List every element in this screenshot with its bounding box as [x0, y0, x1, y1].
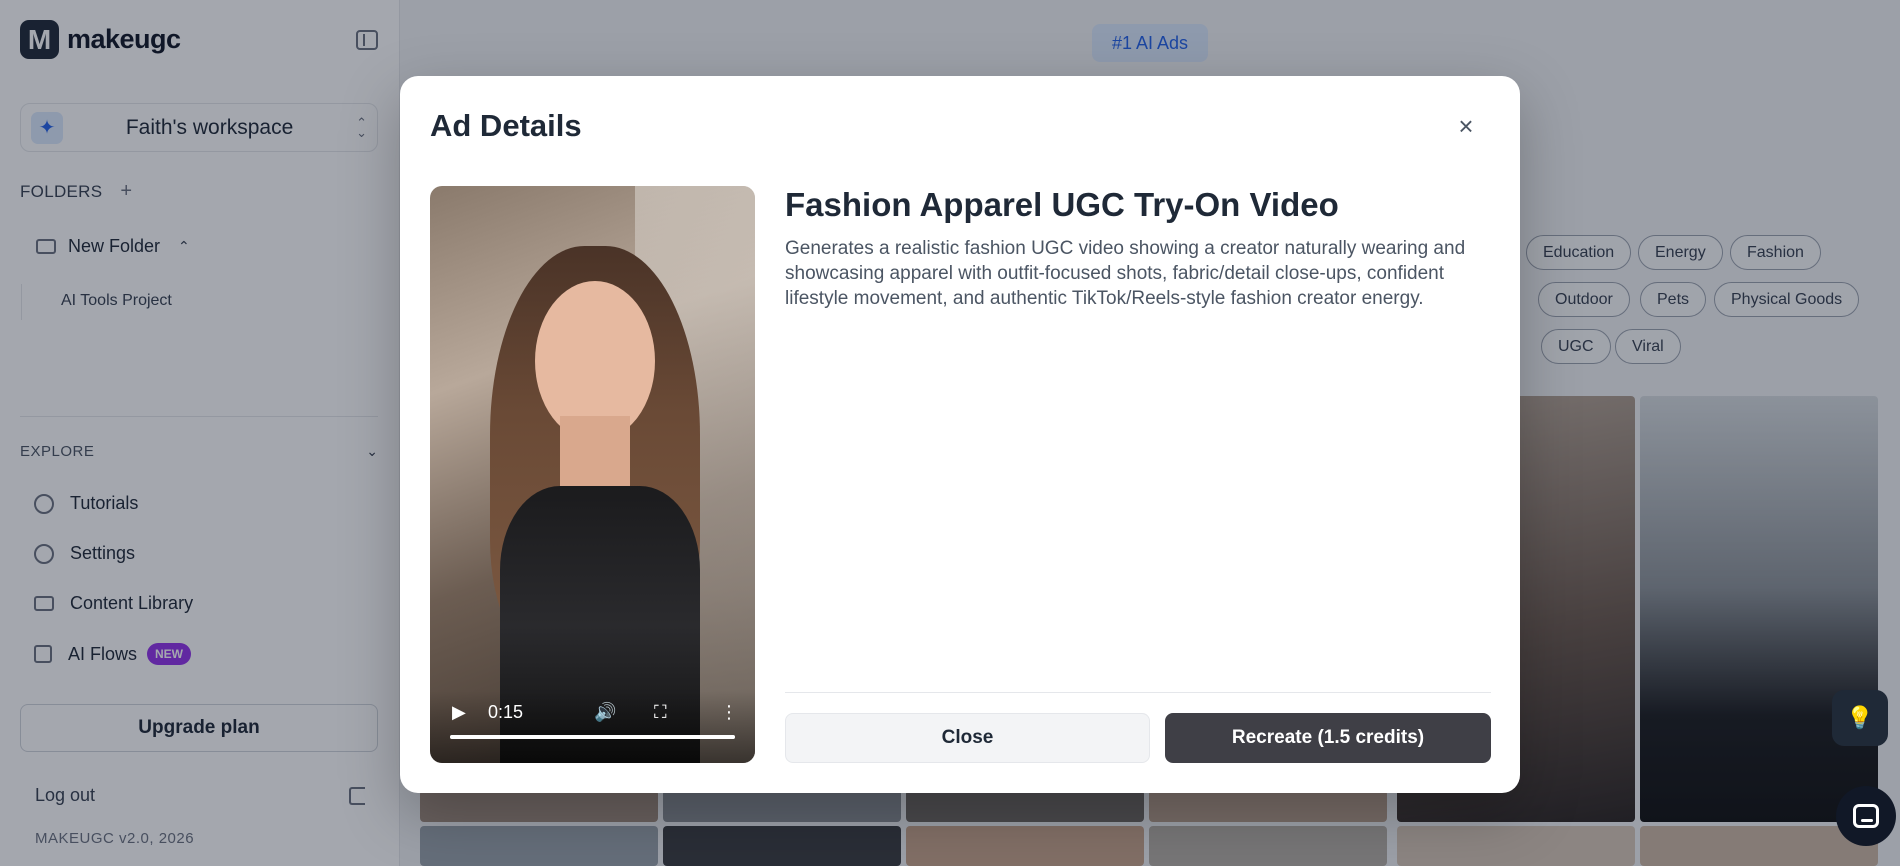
ad-title: Fashion Apparel UGC Try-On Video	[785, 186, 1339, 223]
video-time: 0:15	[488, 702, 524, 722]
close-button[interactable]: Close	[785, 713, 1150, 763]
video-frame-subject	[560, 416, 630, 496]
chat-icon[interactable]	[1836, 786, 1896, 846]
ad-details-modal: Ad Details × ▶ 0:15 🔊 ⛶ ⋮ Fashion Appare…	[400, 76, 1520, 793]
divider	[785, 692, 1491, 693]
video-controls	[430, 691, 755, 763]
more-options-icon[interactable]: ⋮	[720, 702, 738, 723]
volume-icon[interactable]: 🔊	[594, 702, 616, 723]
play-icon[interactable]: ▶	[452, 702, 466, 723]
fullscreen-icon[interactable]: ⛶	[654, 702, 667, 723]
ad-description: Generates a realistic fashion UGC video …	[785, 238, 1466, 309]
close-icon[interactable]: ×	[1452, 111, 1480, 141]
recreate-button[interactable]: Recreate (1.5 credits)	[1165, 713, 1491, 763]
video-player[interactable]: ▶ 0:15 🔊 ⛶ ⋮	[430, 186, 755, 763]
modal-title: Ad Details	[430, 108, 582, 143]
video-progress-fill	[450, 735, 735, 739]
lightbulb-icon[interactable]: 💡	[1832, 690, 1888, 746]
video-progress-bar[interactable]	[450, 735, 735, 739]
